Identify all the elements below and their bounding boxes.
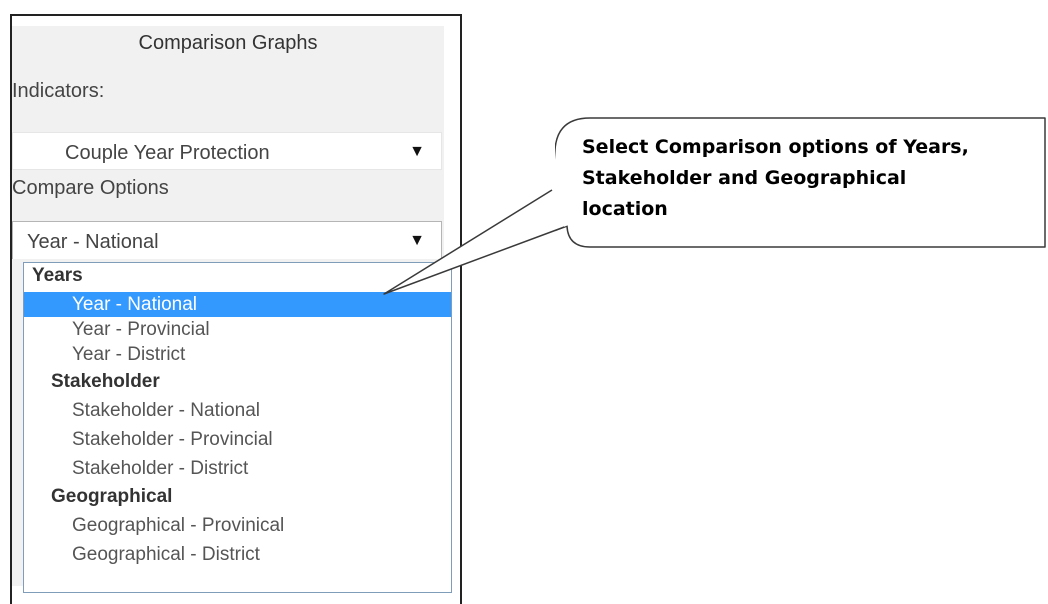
option-stakeholder-district[interactable]: Stakeholder - District (24, 456, 451, 481)
callout-line-1: Select Comparison options of Years, (582, 136, 969, 158)
optgroup-geographical: Geographical (51, 486, 173, 507)
callout-line-2: Stakeholder and Geographical (582, 167, 907, 189)
callout-line-3: location (582, 198, 668, 220)
optgroup-stakeholder: Stakeholder (51, 371, 160, 392)
compare-options-select-value: Year - National (27, 231, 159, 253)
callout-text: Select Comparison options of Years, Stak… (582, 132, 1032, 225)
option-geographical-provincial[interactable]: Geographical - Provinical (24, 513, 451, 538)
option-stakeholder-national[interactable]: Stakeholder - National (24, 398, 451, 423)
compare-options-select[interactable]: Year - National ▼ (12, 221, 442, 259)
indicators-select[interactable]: Couple Year Protection ▼ (12, 132, 442, 170)
option-geographical-district[interactable]: Geographical - District (24, 542, 451, 567)
compare-options-dropdown-list: Years Year - National Year - Provincial … (23, 262, 452, 593)
indicators-select-value: Couple Year Protection (65, 142, 270, 164)
indicators-label: Indicators: (12, 80, 105, 102)
panel-title: Comparison Graphs (138, 32, 318, 54)
option-year-provincial[interactable]: Year - Provincial (24, 317, 451, 342)
callout-pointer (383, 189, 568, 295)
option-year-district[interactable]: Year - District (24, 342, 451, 367)
chevron-down-icon: ▼ (409, 143, 425, 160)
compare-options-label: Compare Options (12, 177, 169, 199)
option-stakeholder-provincial[interactable]: Stakeholder - Provincial (24, 427, 451, 452)
